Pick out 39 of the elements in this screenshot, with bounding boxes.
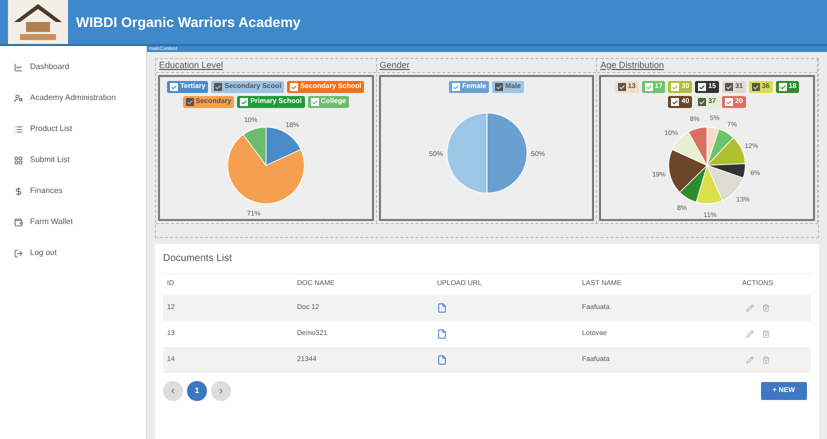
- sidebar-item[interactable]: Academy Administration: [0, 89, 146, 107]
- chart-title: Age Distribution: [597, 59, 817, 73]
- sidebar-item[interactable]: Finances: [0, 182, 146, 200]
- checkbox[interactable]: [698, 98, 706, 106]
- trash-icon[interactable]: [762, 356, 770, 364]
- checkbox[interactable]: [752, 83, 760, 91]
- user-gear-icon: [14, 94, 23, 102]
- edit-icon[interactable]: [746, 304, 754, 312]
- checkbox[interactable]: [186, 98, 194, 106]
- checkbox[interactable]: [725, 83, 734, 91]
- chart-title: Gender: [376, 59, 596, 73]
- chart-icon: [14, 62, 23, 72]
- list-icon: [14, 124, 23, 134]
- sidebar-item[interactable]: Log out: [0, 244, 146, 262]
- chart-title: Education Level: [156, 59, 376, 73]
- edit-icon[interactable]: [746, 356, 754, 364]
- file-icon[interactable]: [437, 355, 447, 365]
- checkbox[interactable]: [214, 83, 222, 91]
- logo: [8, 0, 68, 44]
- checkbox[interactable]: [618, 83, 626, 91]
- file-icon[interactable]: [437, 303, 447, 313]
- logout-icon: [14, 248, 23, 258]
- next-page-button[interactable]: ›: [211, 381, 231, 401]
- app-title: WIBDI Organic Warriors Academy: [76, 12, 301, 32]
- page-button[interactable]: 1: [187, 381, 207, 401]
- dollar-icon: [14, 186, 23, 196]
- sidebar-item[interactable]: Product List: [0, 120, 146, 138]
- previous-page-button[interactable]: ‹: [163, 381, 183, 401]
- grid-icon: [14, 156, 23, 164]
- sidebar-item[interactable]: Farm Wallet: [0, 213, 146, 231]
- wallet-icon: [14, 218, 23, 226]
- edit-icon[interactable]: [746, 330, 754, 338]
- sidebar-item[interactable]: Dashboard: [0, 58, 146, 76]
- trash-icon[interactable]: [762, 304, 770, 312]
- file-icon[interactable]: [437, 329, 447, 339]
- checkbox[interactable]: [495, 83, 504, 91]
- card-title: Documents List: [163, 252, 233, 266]
- sidebar-item[interactable]: Submit List: [0, 151, 146, 169]
- trash-icon[interactable]: [762, 330, 770, 338]
